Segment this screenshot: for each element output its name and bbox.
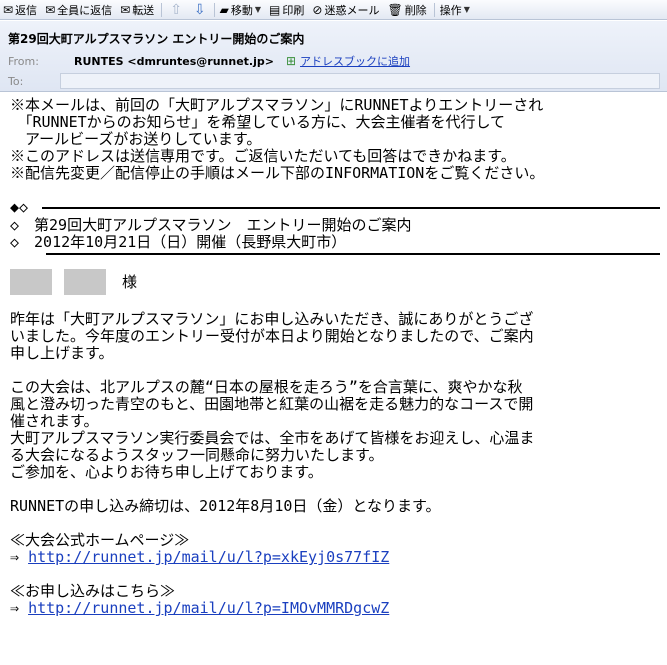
box-date: ◇ 2012年10月21日（日）開催（長野県大町市） (10, 233, 347, 251)
delete-button[interactable]: 🗑 削除 (384, 0, 431, 20)
from-row: From: RUNTES <dmruntes@runnet.jp> ⊞ アドレス… (8, 53, 410, 69)
paragraph-line: 昨年は「大町アルプスマラソン」にお申し込みいただき、誠にありがとうござ (10, 310, 534, 328)
print-button[interactable]: ▤ 印刷 (266, 0, 309, 20)
notice-line: アールビーズがお送りしています。 (10, 130, 262, 148)
reply-icon: ✉ (3, 2, 14, 17)
notice-block: ※本メールは、前回の「大町アルプスマラソン」にRUNNETよりエントリーされ 「… (10, 97, 660, 182)
next-message-icon[interactable]: ⇩ (188, 0, 212, 20)
notice-line: ※このアドレスは送信専用です。ご返信いただいても回答はできかねます。 (10, 147, 516, 165)
chevron-down-icon: ▼ (254, 5, 262, 14)
paragraph-line: この大会は、北アルプスの麓“日本の屋根を走ろう”を合言葉に、爽やかな秋 (10, 378, 523, 396)
add-contact-icon[interactable]: ⊞ (286, 54, 296, 68)
reply-label: 返信 (15, 3, 38, 17)
move-label: 移動 (230, 3, 253, 17)
chevron-down-icon: ▼ (463, 5, 470, 14)
print-label: 印刷 (282, 3, 305, 17)
apply-label: ≪お申し込みはこちら≫ (10, 582, 176, 600)
deadline-notice: RUNNETの申し込み締切は、2012年8月10日（金）となります。 (10, 497, 441, 515)
message-subject: 第29回大町アルプスマラソン エントリー開始のご案内 (8, 32, 305, 46)
paragraph-line: いました。今年度のエントリー受付が本日より開始となりましたので、ご案内 (10, 327, 534, 345)
box-top-rule (42, 207, 660, 209)
to-recipient-box (60, 73, 660, 89)
paragraph-line: 風と澄み切った青空のもと、田園地帯と紅葉の山裾を走る魅力的なコースで開 (10, 395, 534, 413)
move-button[interactable]: ▰ 移動 ▼ (217, 0, 266, 20)
title-box: ◆◇ ◇ 第29回大町アルプスマラソン エントリー開始のご案内 ◇ 2012年1… (10, 199, 660, 255)
event-paragraph: この大会は、北アルプスの麓“日本の屋根を走ろう”を合言葉に、爽やかな秋 風と澄み… (10, 379, 660, 481)
paragraph-line: る大会になるようスタッフ一同懸命に努力いたします。 (10, 446, 384, 464)
forward-icon: ✉ (120, 2, 131, 17)
greeting-paragraph: 昨年は「大町アルプスマラソン」にお申し込みいただき、誠にありがとうござ いました… (10, 311, 660, 362)
official-site-label: ≪大会公式ホームページ≫ (10, 531, 190, 549)
message-body: ※本メールは、前回の「大町アルプスマラソン」にRUNNETよりエントリーされ 「… (10, 97, 660, 617)
paragraph-line: 催されます。 (10, 412, 99, 430)
apply-link[interactable]: http://runnet.jp/mail/u/l?p=IMOvMMRDgcwZ (28, 599, 389, 617)
official-site-link[interactable]: http://runnet.jp/mail/u/l?p=xkEyj0s77fIZ (28, 548, 389, 566)
salutation-honorific: 様 (122, 272, 138, 291)
redacted-surname (10, 269, 52, 295)
reply-button[interactable]: ✉ 返信 (0, 0, 42, 20)
trash-icon: 🗑 (387, 2, 403, 17)
to-label: To: (8, 74, 24, 88)
notice-line: ※配信先変更／配信停止の手順はメール下部のINFORMATIONをご覧ください。 (10, 164, 545, 182)
actions-button[interactable]: 操作 ▼ (437, 0, 475, 20)
apply-row: ⇒ http://runnet.jp/mail/u/l?p=IMOvMMRDgc… (10, 600, 660, 617)
official-site-row: ⇒ http://runnet.jp/mail/u/l?p=xkEyj0s77f… (10, 549, 660, 566)
notice-line: ※本メールは、前回の「大町アルプスマラソン」にRUNNETよりエントリーされ (10, 96, 544, 114)
message-header: 第29回大町アルプスマラソン エントリー開始のご案内 From: RUNTES … (0, 21, 667, 92)
add-address-book-link[interactable]: アドレスブックに追加 (300, 53, 410, 69)
recipient-name-row: 様 (10, 267, 660, 297)
reply-all-icon: ✉ (45, 2, 56, 17)
paragraph-line: ご参加を、心よりお待ち申し上げております。 (10, 463, 323, 481)
box-bottom-rule (46, 253, 660, 255)
message-toolbar: ✉ 返信 ✉ 全員に返信 ✉ 転送 ⇧ ⇩ ▰ 移動 ▼ ▤ 印刷 ⊘ 迷惑メー… (0, 0, 667, 20)
toolbar-divider (433, 2, 435, 17)
spam-button[interactable]: ⊘ 迷惑メール (309, 0, 384, 20)
from-label: From: (8, 54, 39, 68)
folder-icon: ▰ (219, 2, 229, 17)
previous-message-icon[interactable]: ⇧ (164, 0, 188, 20)
arrow-icon: ⇒ (10, 548, 20, 566)
notice-line: 「RUNNETからのお知らせ」を希望している方に、大会主催者を代行して (10, 113, 506, 131)
delete-label: 削除 (404, 3, 427, 17)
actions-label: 操作 (439, 3, 462, 17)
paragraph-line: 大町アルプスマラソン実行委員会では、全市をあげて皆様をお迎えし、心温ま (10, 429, 535, 447)
reply-all-button[interactable]: ✉ 全員に返信 (42, 0, 117, 20)
spam-icon: ⊘ (312, 2, 323, 17)
arrow-icon: ⇒ (10, 599, 20, 617)
spam-label: 迷惑メール (324, 3, 380, 17)
forward-button[interactable]: ✉ 転送 (117, 0, 159, 20)
from-sender: RUNTES <dmruntes@runnet.jp> (74, 54, 274, 68)
paragraph-line: 申し上げます。 (10, 344, 114, 362)
forward-label: 転送 (132, 3, 155, 17)
reply-all-label: 全員に返信 (57, 3, 113, 17)
toolbar-divider (161, 2, 163, 17)
redacted-given-name (64, 269, 106, 295)
to-row: To: (8, 73, 660, 89)
toolbar-divider (213, 2, 215, 17)
box-title: ◇ 第29回大町アルプスマラソン エントリー開始のご案内 (10, 216, 412, 234)
printer-icon: ▤ (269, 2, 281, 17)
